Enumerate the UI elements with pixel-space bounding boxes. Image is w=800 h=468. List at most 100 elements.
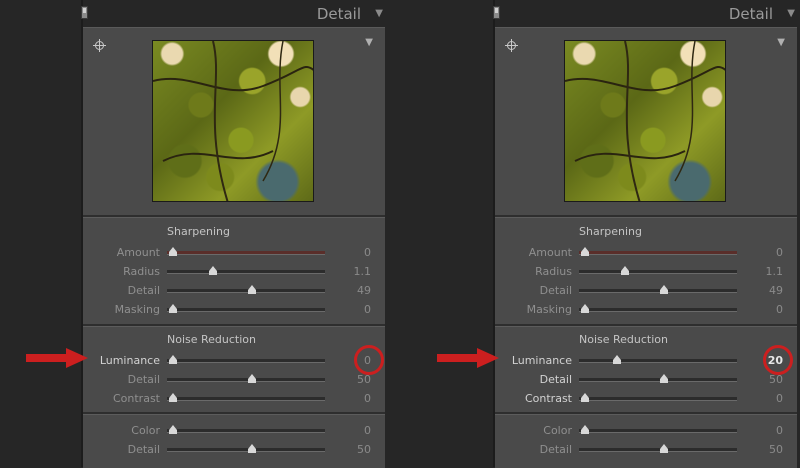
slider-row-detail[interactable]: Detail 49 [495, 282, 797, 300]
slider-value[interactable]: 0 [776, 303, 783, 316]
slider-knob[interactable] [660, 374, 668, 383]
slider-label: Detail [127, 373, 160, 386]
panel-toggle-switch[interactable] [493, 6, 500, 19]
slider-label: Amount [528, 246, 572, 259]
slider-value[interactable]: 50 [357, 443, 371, 456]
slider-value[interactable]: 49 [769, 284, 783, 297]
slider-value[interactable]: 49 [357, 284, 371, 297]
slider-track[interactable] [167, 425, 325, 434]
section-divider [83, 324, 385, 327]
slider-row-contrast[interactable]: Contrast 0 [83, 390, 385, 408]
slider-value[interactable]: 0 [364, 246, 371, 259]
slider-row-luminance[interactable]: Luminance 20 [495, 352, 797, 370]
preview-menu-triangle-icon[interactable]: ▼ [777, 37, 785, 48]
slider-track[interactable] [167, 393, 325, 402]
slider-row-detail[interactable]: Detail 49 [83, 282, 385, 300]
slider-track[interactable] [167, 247, 325, 256]
slider-row-nr-detail[interactable]: Detail 50 [495, 371, 797, 389]
slider-knob[interactable] [208, 266, 217, 275]
slider-knob[interactable] [581, 425, 589, 434]
slider-row-nr-detail[interactable]: Detail 50 [83, 371, 385, 389]
slider-label: Masking [114, 303, 160, 316]
slider-row-radius[interactable]: Radius 1.1 [83, 263, 385, 281]
slider-track[interactable] [579, 444, 737, 453]
slider-value[interactable]: 1.1 [766, 265, 784, 278]
slider-row-color[interactable]: Color 0 [83, 422, 385, 440]
slider-row-masking[interactable]: Masking 0 [83, 301, 385, 319]
slider-label: Luminance [99, 354, 160, 367]
slider-row-contrast[interactable]: Contrast 0 [495, 390, 797, 408]
slider-label: Detail [127, 284, 160, 297]
slider-track[interactable] [167, 304, 325, 313]
slider-track[interactable] [579, 247, 737, 256]
slider-track[interactable] [579, 304, 737, 313]
red-arrow-icon [26, 348, 88, 368]
slider-row-color[interactable]: Color 0 [495, 422, 797, 440]
slider-knob[interactable] [169, 247, 177, 256]
slider-row-color-detail[interactable]: Detail 50 [83, 441, 385, 459]
sharpening-title: Sharpening [579, 225, 642, 238]
slider-knob[interactable] [660, 285, 668, 294]
slider-track[interactable] [579, 425, 737, 434]
slider-knob[interactable] [581, 247, 589, 256]
slider-row-amount[interactable]: Amount 0 [83, 244, 385, 262]
slider-value[interactable]: 0 [776, 424, 783, 437]
slider-knob[interactable] [169, 425, 177, 434]
slider-row-color-detail[interactable]: Detail 50 [495, 441, 797, 459]
slider-knob[interactable] [169, 355, 177, 364]
slider-track[interactable] [579, 266, 737, 275]
slider-value[interactable]: 1.1 [354, 265, 372, 278]
slider-row-luminance[interactable]: Luminance 0 [83, 352, 385, 370]
panel-header[interactable]: Detail ▼ [81, 0, 387, 28]
panel-header[interactable]: Detail ▼ [493, 0, 799, 28]
slider-label: Luminance [511, 354, 572, 367]
preview-menu-triangle-icon[interactable]: ▼ [365, 37, 373, 48]
slider-label: Radius [123, 265, 160, 278]
slider-knob[interactable] [248, 374, 256, 383]
detail-preview-image[interactable] [564, 40, 726, 202]
slider-knob[interactable] [660, 444, 668, 453]
slider-knob[interactable] [581, 304, 589, 313]
collapse-triangle-icon[interactable]: ▼ [375, 8, 383, 19]
crosshair-icon[interactable] [93, 39, 106, 52]
slider-knob[interactable] [620, 266, 629, 275]
slider-track[interactable] [167, 266, 325, 275]
slider-label: Amount [116, 246, 160, 259]
slider-label: Color [543, 424, 572, 437]
slider-value[interactable]: 0 [364, 392, 371, 405]
slider-value[interactable]: 50 [769, 443, 783, 456]
panel-body: ▼ Sharpening Amount 0 Radius 1.1 Detail … [83, 27, 385, 468]
slider-track[interactable] [167, 374, 325, 383]
slider-row-masking[interactable]: Masking 0 [495, 301, 797, 319]
panel-body: ▼ Sharpening Amount 0 Radius 1.1 Detail … [495, 27, 797, 468]
slider-row-radius[interactable]: Radius 1.1 [495, 263, 797, 281]
crosshair-icon[interactable] [505, 39, 518, 52]
slider-knob[interactable] [248, 444, 256, 453]
slider-track[interactable] [579, 393, 737, 402]
slider-value[interactable]: 0 [364, 424, 371, 437]
slider-track[interactable] [167, 444, 325, 453]
slider-knob[interactable] [612, 355, 621, 364]
slider-knob[interactable] [581, 393, 589, 402]
slider-value[interactable]: 0 [776, 392, 783, 405]
slider-value[interactable]: 0 [364, 303, 371, 316]
noise-reduction-title: Noise Reduction [579, 333, 668, 346]
slider-track[interactable] [579, 374, 737, 383]
slider-label: Detail [539, 443, 572, 456]
highlight-circle [763, 345, 793, 375]
highlight-circle [354, 345, 384, 375]
slider-track[interactable] [167, 285, 325, 294]
slider-row-amount[interactable]: Amount 0 [495, 244, 797, 262]
sharpening-title: Sharpening [167, 225, 230, 238]
slider-track[interactable] [579, 355, 737, 364]
collapse-triangle-icon[interactable]: ▼ [787, 8, 795, 19]
detail-preview-image[interactable] [152, 40, 314, 202]
panel-toggle-switch[interactable] [81, 6, 88, 19]
slider-knob[interactable] [169, 393, 177, 402]
slider-knob[interactable] [169, 304, 177, 313]
slider-value[interactable]: 0 [776, 246, 783, 259]
slider-label: Contrast [112, 392, 160, 405]
slider-knob[interactable] [248, 285, 256, 294]
slider-track[interactable] [579, 285, 737, 294]
slider-track[interactable] [167, 355, 325, 364]
